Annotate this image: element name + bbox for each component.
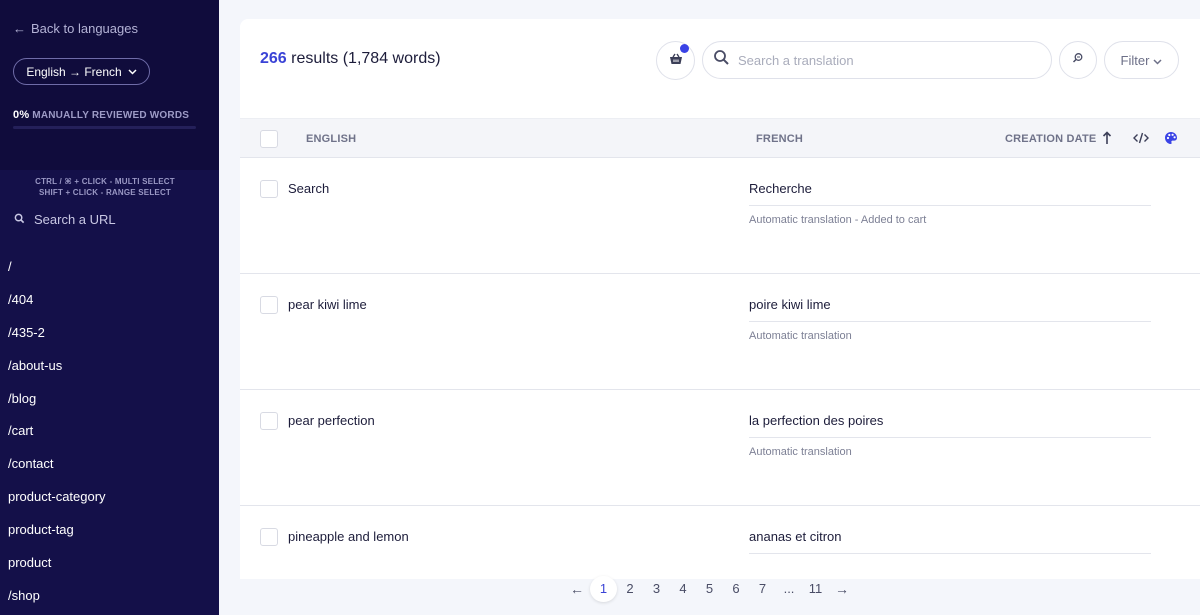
- url-item[interactable]: product: [0, 546, 219, 579]
- url-item[interactable]: /contact: [0, 447, 219, 480]
- pagination: ← 1 2 3 4 5 6 7... 11 →: [219, 562, 1200, 615]
- row-checkbox[interactable]: [260, 296, 278, 314]
- cart-notification-dot: [680, 44, 689, 53]
- html-view-toggle[interactable]: [1133, 119, 1149, 159]
- main-content: 266 results (1,784 words) Filter: [219, 0, 1200, 615]
- translation-status: Automatic translation - Added to cart: [749, 214, 927, 226]
- page-number[interactable]: 1: [590, 575, 617, 602]
- search-refine-icon: [1072, 51, 1084, 69]
- language-pair-select[interactable]: English → French: [13, 58, 150, 85]
- url-item[interactable]: /: [0, 250, 219, 283]
- search-icon: [713, 49, 730, 71]
- row-checkbox[interactable]: [260, 180, 278, 198]
- results-summary: 266 results (1,784 words): [260, 50, 441, 68]
- url-item[interactable]: /cart: [0, 414, 219, 447]
- search-icon: [14, 212, 25, 227]
- code-icon: [1133, 132, 1149, 147]
- advanced-search-button[interactable]: [1059, 41, 1097, 79]
- results-count: 266: [260, 50, 287, 67]
- column-header-date[interactable]: CREATION DATE: [1005, 119, 1112, 159]
- sort-ascending-icon: [1102, 130, 1112, 148]
- url-item[interactable]: /blog: [0, 382, 219, 415]
- table-row[interactable]: pear perfection la perfection des poires A…: [240, 390, 1200, 506]
- page-number[interactable]: 2: [617, 576, 644, 602]
- basket-icon: [669, 52, 683, 70]
- next-page-arrow-icon[interactable]: →: [829, 576, 856, 602]
- page-ellipsis[interactable]: ...: [776, 576, 803, 602]
- table-row[interactable]: Search Recherche Automatic translation - A…: [240, 158, 1200, 274]
- translation-status: Automatic translation: [749, 446, 852, 458]
- sidebar: ← Back to languages English → French 0% …: [0, 0, 219, 615]
- url-search-input[interactable]: [34, 212, 204, 227]
- page-number[interactable]: 5: [696, 576, 723, 602]
- translation-field[interactable]: poire kiwi lime: [749, 297, 1151, 322]
- row-checkbox[interactable]: [260, 528, 278, 546]
- sidebar-header: ← Back to languages English → French 0% …: [0, 0, 219, 170]
- back-link-label: Back to languages: [31, 21, 138, 36]
- source-text: pear kiwi lime: [288, 297, 367, 312]
- page-number[interactable]: 4: [670, 576, 697, 602]
- arrow-left-icon: ←: [13, 21, 26, 36]
- source-text: Search: [288, 181, 330, 196]
- visual-editor-toggle[interactable]: [1164, 119, 1178, 159]
- chevron-down-icon: [128, 67, 137, 77]
- page-number[interactable]: 7: [749, 576, 776, 602]
- date-column-label: CREATION DATE: [1005, 133, 1097, 145]
- back-to-languages-link[interactable]: ← Back to languages: [13, 21, 138, 36]
- url-item[interactable]: /shop: [0, 579, 219, 612]
- url-search: [14, 212, 204, 227]
- url-item[interactable]: /about-us: [0, 349, 219, 382]
- row-checkbox[interactable]: [260, 412, 278, 430]
- translation-field[interactable]: Recherche: [749, 181, 1151, 206]
- palette-icon: [1164, 131, 1178, 148]
- column-header-target[interactable]: FRENCH: [756, 119, 803, 159]
- translation-status: Automatic translation: [749, 330, 852, 342]
- table-row[interactable]: pear kiwi lime poire kiwi lime Automatic t…: [240, 274, 1200, 390]
- translation-search: [702, 41, 1052, 79]
- source-text: pear perfection: [288, 413, 375, 428]
- page-number[interactable]: 6: [723, 576, 750, 602]
- url-list: //404/435-2/about-us/blog/cart/contact pr…: [0, 250, 219, 612]
- results-suffix: results (1,784 words): [286, 50, 441, 67]
- translation-field[interactable]: ananas et citron: [749, 529, 1151, 554]
- column-header-source[interactable]: ENGLISH: [306, 119, 356, 159]
- filter-button[interactable]: Filter: [1104, 41, 1179, 79]
- filter-label: Filter: [1120, 52, 1150, 68]
- chevron-down-icon: [1153, 53, 1162, 68]
- shortcut-range-select: SHIFT + CLICK - RANGE SELECT: [38, 188, 172, 197]
- url-item[interactable]: /435-2: [0, 316, 219, 349]
- select-all-checkbox[interactable]: [260, 130, 278, 148]
- prev-page-arrow-icon[interactable]: ←: [564, 576, 591, 602]
- translations-card: 266 results (1,784 words) Filter: [240, 19, 1200, 579]
- page-number[interactable]: 3: [643, 576, 670, 602]
- review-progress-bar: [13, 126, 196, 129]
- source-text: pineapple and lemon: [288, 529, 409, 544]
- review-stat: 0% MANUALLY REVIEWED WORDS: [13, 109, 189, 121]
- translation-search-input[interactable]: [738, 52, 1038, 68]
- cart-button[interactable]: [656, 41, 695, 80]
- page-number[interactable]: 11: [802, 576, 829, 602]
- review-percent: 0%: [13, 109, 30, 121]
- url-item[interactable]: product-category: [0, 480, 219, 513]
- url-item[interactable]: product-tag: [0, 513, 219, 546]
- shortcut-hints: CTRL / ⌘ + CLICK - MULTI SELECT SHIFT + …: [0, 176, 210, 198]
- language-pair-label: English → French: [26, 64, 122, 79]
- shortcut-multi-select: CTRL / ⌘ + CLICK - MULTI SELECT: [35, 177, 175, 186]
- review-label: MANUALLY REVIEWED WORDS: [32, 110, 190, 121]
- url-item[interactable]: /404: [0, 283, 219, 316]
- translation-field[interactable]: la perfection des poires: [749, 413, 1151, 438]
- table-header: ENGLISH FRENCH CREATION DATE: [240, 118, 1200, 158]
- select-all-cell: [260, 119, 278, 159]
